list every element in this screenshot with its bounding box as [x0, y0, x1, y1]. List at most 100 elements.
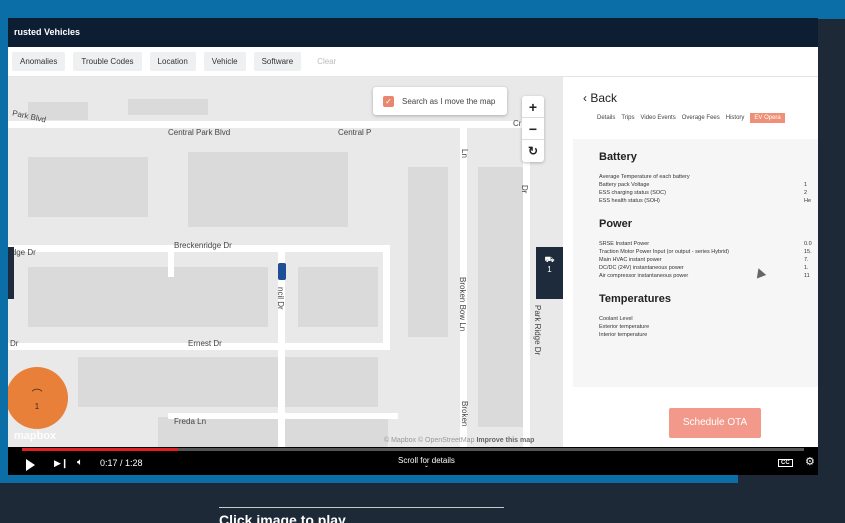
- road-label: Broken: [460, 401, 469, 427]
- telemetry-row: Main HVAC instant power 7.: [599, 257, 818, 265]
- map-lot: [408, 167, 448, 337]
- telemetry-value: 2: [804, 190, 808, 196]
- road-label: Central P: [338, 128, 372, 137]
- telemetry-label: ESS charging status (SOC): [599, 190, 666, 196]
- zoom-in-button[interactable]: +: [522, 96, 544, 118]
- telemetry-label: ESS health status (SOH): [599, 198, 660, 204]
- map-lot: [28, 267, 268, 327]
- chevron-down-icon: ˇ: [425, 465, 428, 474]
- telemetry-row: Air compressor instantaneous power 11: [599, 273, 818, 281]
- filter-trouble-codes[interactable]: Trouble Codes: [73, 52, 142, 71]
- section-title: Power: [599, 218, 633, 230]
- filter-bar: Anomalies Trouble Codes Location Vehicle…: [8, 47, 818, 77]
- scroll-for-details-hint[interactable]: Scroll for details ˇ: [398, 456, 455, 474]
- telemetry-row: DC/DC (24V) instantaneous power 1.: [599, 265, 818, 273]
- app-title: rusted Vehicles: [8, 18, 818, 47]
- vehicle-marker-icon[interactable]: [278, 263, 286, 280]
- section-title: Temperatures: [599, 293, 671, 305]
- checkbox-icon[interactable]: ✓: [383, 95, 394, 107]
- volume-icon[interactable]: 🔈︎: [77, 457, 83, 468]
- map-lot: [298, 267, 378, 327]
- road-label: Breckenridge Dr: [174, 241, 232, 250]
- road-central-park: [8, 121, 528, 128]
- filter-anomalies[interactable]: Anomalies: [12, 52, 66, 71]
- map-lot: [78, 357, 378, 407]
- video-caption[interactable]: Click image to play: [219, 507, 504, 523]
- right-drawer-handle[interactable]: ⛟ 1: [536, 247, 563, 299]
- telemetry-value: 7.: [804, 257, 809, 263]
- road-label: Ernest Dr: [188, 339, 222, 348]
- map-lot: [128, 99, 208, 115]
- telemetry-value: 1: [804, 182, 808, 188]
- telemetry-row: Battery pack Voltage 1: [599, 182, 818, 190]
- tab-overage-fees[interactable]: Overage Fees: [682, 115, 720, 123]
- mapbox-logo: mapbox: [14, 430, 57, 442]
- telemetry-label: SRSE Instant Power: [599, 241, 650, 247]
- temperatures-section: Temperatures Coolant Level Exterior temp…: [573, 293, 818, 340]
- video-player[interactable]: rusted Vehicles Anomalies Trouble Codes …: [8, 18, 818, 475]
- zoom-out-button[interactable]: −: [522, 118, 544, 140]
- road-curve: [383, 245, 390, 345]
- cluster-button[interactable]: ⌒ 1: [8, 367, 68, 429]
- video-controls: ▶❙ 🔈︎ 0:17 / 1:28 Scroll for details ˇ C…: [8, 447, 818, 475]
- tab-details[interactable]: Details: [597, 115, 615, 123]
- back-button[interactable]: ‹ Back: [583, 91, 617, 105]
- telemetry-row: Interior temperature: [599, 332, 818, 340]
- telemetry-value: 0.0: [804, 241, 812, 247]
- telemetry-row: SRSE Instant Power 0.0: [599, 241, 818, 249]
- map-lot: [478, 167, 528, 427]
- road-label: ncil Dr: [276, 287, 285, 310]
- video-progress-bar[interactable]: [22, 448, 804, 451]
- clear-filters-button[interactable]: Clear: [309, 52, 344, 71]
- road-label: Broken Bow Ln: [458, 277, 467, 332]
- road-label: Central Park Blvd: [168, 128, 231, 137]
- road-park-ridge: [523, 128, 530, 447]
- map-lot: [188, 152, 348, 227]
- telemetry-row: Exterior temperature: [599, 324, 818, 332]
- improve-map-link[interactable]: Improve this map: [476, 437, 534, 444]
- filter-software[interactable]: Software: [253, 52, 302, 71]
- tab-video-events[interactable]: Video Events: [640, 115, 675, 123]
- gear-icon[interactable]: ⚙: [805, 455, 815, 468]
- road-label: Ln: [460, 149, 469, 158]
- speedometer-icon: ⌒: [31, 389, 43, 401]
- scroll-hint-label: Scroll for details: [398, 456, 455, 465]
- vehicle-count-icon: ⛟: [544, 255, 555, 264]
- captions-button[interactable]: CC: [778, 459, 793, 467]
- telemetry-value: He: [804, 198, 812, 204]
- map-lot: [28, 157, 148, 217]
- map-attribution: © Mapbox © OpenStreetMap Improve this ma…: [384, 437, 534, 444]
- left-drawer-handle[interactable]: [8, 247, 14, 299]
- telemetry-row: Coolant Level: [599, 316, 818, 324]
- vehicle-detail-panel: ‹ Back Details Trips Video Events Overag…: [563, 77, 818, 447]
- power-section: Power SRSE Instant Power 0.0 Traction Mot…: [573, 218, 818, 281]
- telemetry-value: 15.: [804, 249, 812, 255]
- telemetry-label: Air compressor instantaneous power: [599, 273, 689, 279]
- vehicle-count: 1: [547, 265, 552, 274]
- road-spur: [168, 252, 174, 277]
- filter-location[interactable]: Location: [149, 52, 196, 71]
- presentation-stage: rusted Vehicles Anomalies Trouble Codes …: [0, 0, 845, 523]
- frame-edge: [735, 0, 845, 19]
- tab-ev-operations[interactable]: EV Opera: [750, 113, 785, 123]
- telemetry-row: ESS health status (SOH) He: [599, 198, 818, 206]
- back-label: Back: [590, 91, 618, 105]
- road-label: Park Ridge Dr: [533, 305, 542, 356]
- road-label: Freda Ln: [174, 417, 207, 426]
- tab-history[interactable]: History: [726, 115, 745, 123]
- next-icon[interactable]: ▶❙: [54, 458, 68, 469]
- filter-vehicle[interactable]: Vehicle: [203, 52, 246, 71]
- telemetry-value: 1.: [804, 265, 809, 271]
- schedule-ota-button[interactable]: Schedule OTA: [669, 408, 761, 438]
- tab-trips[interactable]: Trips: [621, 115, 634, 123]
- map-view[interactable]: Park Blvd Central Park Blvd Central P Br…: [8, 77, 563, 447]
- search-as-move-toggle[interactable]: ✓ Search as I move the map: [373, 87, 507, 115]
- map-zoom-control: + − ↻: [522, 96, 544, 162]
- telemetry-label: Exterior temperature: [599, 324, 650, 330]
- play-icon[interactable]: [26, 459, 35, 471]
- telemetry-label: Main HVAC instant power: [599, 257, 662, 263]
- reset-bearing-button[interactable]: ↻: [522, 140, 544, 162]
- telemetry-label: Traction Motor Power Input (or output - …: [599, 249, 730, 255]
- telemetry-scroll-area[interactable]: Battery Average Temperature of each batt…: [573, 139, 818, 387]
- section-title: Battery: [599, 151, 637, 163]
